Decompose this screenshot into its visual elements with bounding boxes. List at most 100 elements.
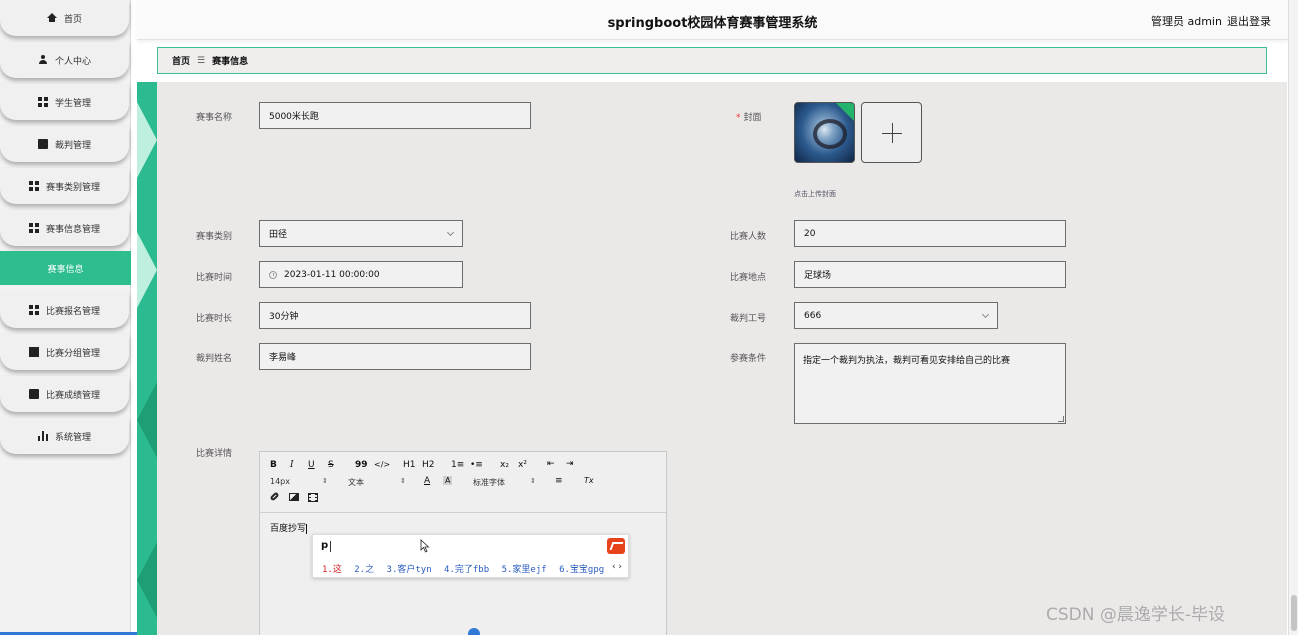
duration-input[interactable]: 30分钟 [259, 302, 531, 329]
app-title: springboot校园体育赛事管理系统 [607, 16, 818, 31]
logout-link[interactable]: 退出登录 [1227, 13, 1271, 29]
event-name-label: 赛事名称 [196, 113, 233, 123]
referee-name-input[interactable]: 李易峰 [259, 343, 531, 370]
event-name-input[interactable]: 5000米长跑 [259, 102, 531, 129]
quote-button[interactable]: 99 [355, 460, 368, 470]
select-arrows-icon: ⇕ [400, 477, 406, 485]
image-button[interactable] [289, 493, 299, 504]
outdent-button[interactable]: ⇤ [547, 459, 555, 469]
cover-label-text: 封面 [743, 113, 762, 123]
editor-content[interactable]: 百度抄写 [270, 521, 308, 534]
clear-format-button[interactable]: Tx [584, 476, 594, 485]
ime-page-nav[interactable]: ‹ › [612, 562, 622, 572]
location-input[interactable]: 足球场 [794, 261, 1066, 288]
underline-button[interactable]: U [308, 460, 315, 470]
font-color-button[interactable]: A [424, 476, 430, 486]
bar-chart-icon [37, 431, 48, 441]
italic-button[interactable]: I [290, 460, 294, 470]
sidebar-item-label: 赛事信息 [47, 264, 84, 275]
sidebar-item-home[interactable]: 首页 [0, 0, 129, 36]
superscript-button[interactable]: x² [518, 460, 527, 470]
participants-value: 20 [804, 228, 816, 239]
chat-icon [28, 389, 39, 399]
sidebar-item-event-info-management[interactable]: 赛事信息管理 [0, 210, 129, 246]
cover-label: * 封面 [736, 110, 762, 123]
scrollbar-thumb[interactable] [1291, 595, 1297, 631]
resize-handle[interactable] [1058, 416, 1064, 422]
indent-button[interactable]: ⇥ [566, 459, 574, 469]
sidebar-item-event-info[interactable]: 赛事信息 [0, 251, 131, 285]
strike-button[interactable]: S [328, 460, 334, 470]
conditions-textarea[interactable]: 指定一个裁判为执法，裁判可看见安排给自己的比赛 [794, 343, 1066, 424]
ime-candidate[interactable]: 1.这 [322, 565, 342, 575]
sidebar-item-scores[interactable]: 比赛成绩管理 [0, 376, 129, 412]
breadcrumb-separator: ☰ [197, 55, 206, 66]
font-family-select[interactable]: 标准字体 ⇕ [473, 477, 538, 488]
cover-image[interactable] [794, 102, 855, 163]
bullet-list-button[interactable]: •≡ [470, 460, 483, 470]
video-icon [308, 493, 318, 502]
sidebar-item-students[interactable]: 学生管理 [0, 84, 129, 120]
user-icon [38, 55, 48, 65]
upload-cover-button[interactable] [861, 102, 922, 163]
sidebar-item-label: 裁判管理 [54, 140, 91, 151]
decorative-stripe [137, 82, 157, 635]
h2-button[interactable]: H2 [422, 460, 435, 470]
page-scrollbar[interactable] [1288, 0, 1298, 635]
duration-value: 30分钟 [269, 312, 299, 322]
sidebar-item-referees[interactable]: 裁判管理 [0, 126, 129, 162]
ime-logo-icon[interactable] [607, 538, 625, 554]
bold-button[interactable]: B [270, 460, 277, 470]
editor-text-value: 百度抄写 [270, 524, 307, 534]
conditions-label: 参赛条件 [730, 354, 767, 364]
chevron-down-icon [446, 228, 455, 237]
referee-name-value: 李易峰 [269, 353, 297, 363]
font-size-select[interactable]: 14px ⇕ [270, 477, 330, 486]
category-value: 田径 [269, 230, 288, 240]
align-button[interactable]: ≡ [555, 476, 563, 486]
breadcrumb-home[interactable]: 首页 [172, 54, 190, 67]
ime-candidates: 1.这 2.之 3.客户tyn 4.完了fbb 5.家里ejf 6.宝宝gpg [322, 562, 611, 575]
sidebar-item-label: 比赛分组管理 [45, 348, 100, 359]
bg-color-button[interactable]: A [443, 476, 453, 485]
link-icon [269, 491, 280, 502]
ime-candidate[interactable]: 5.家里ejf [502, 565, 547, 575]
ime-candidate[interactable]: 3.客户tyn [387, 565, 432, 575]
referee-id-select[interactable]: 666 [794, 302, 998, 329]
image-icon [289, 493, 299, 501]
form-panel: 赛事名称 5000米长跑 * 封面 点击上传封面 赛事类别 田径 比赛人数 20 … [137, 82, 1287, 635]
sidebar-item-grouping[interactable]: 比赛分组管理 [0, 334, 129, 370]
time-value: 2023-01-11 00:00:00 [284, 269, 380, 280]
sidebar-item-label: 首页 [63, 14, 82, 25]
h1-button[interactable]: H1 [403, 460, 416, 470]
location-value: 足球场 [804, 271, 832, 281]
select-arrows-icon: ⇕ [322, 477, 328, 485]
participants-input[interactable]: 20 [794, 220, 1066, 247]
category-select[interactable]: 田径 [259, 220, 463, 247]
ime-candidate[interactable]: 6.宝宝gpg [559, 565, 604, 575]
grid-icon [28, 181, 39, 191]
details-label: 比赛详情 [196, 449, 233, 459]
ordered-list-button[interactable]: 1≡ [451, 460, 464, 470]
required-mark: * [736, 113, 741, 123]
location-label: 比赛地点 [730, 273, 767, 283]
ime-candidate-popup: p 1.这 2.之 3.客户tyn 4.完了fbb 5.家里ejf 6.宝宝gp… [312, 534, 629, 578]
video-button[interactable] [308, 493, 318, 505]
scroll-indicator[interactable] [468, 628, 480, 635]
current-user: 管理员 admin [1151, 15, 1222, 28]
time-picker[interactable]: 2023-01-11 00:00:00 [259, 261, 463, 288]
sidebar-item-system[interactable]: 系统管理 [0, 418, 129, 454]
sidebar-item-label: 学生管理 [54, 98, 91, 109]
code-button[interactable]: </> [374, 460, 390, 469]
ime-candidate[interactable]: 4.完了fbb [444, 565, 489, 575]
sidebar-item-profile[interactable]: 个人中心 [0, 42, 129, 78]
text-type-select[interactable]: 文本 ⇕ [348, 477, 408, 488]
subscript-button[interactable]: x₂ [500, 460, 509, 470]
sidebar-item-registration[interactable]: 比赛报名管理 [0, 292, 129, 328]
sidebar-item-event-categories[interactable]: 赛事类别管理 [0, 168, 129, 204]
link-button[interactable] [269, 491, 280, 502]
monitor-icon [28, 347, 39, 357]
home-icon [46, 13, 57, 23]
ime-candidate[interactable]: 2.之 [354, 565, 374, 575]
chevron-down-icon [981, 310, 990, 319]
